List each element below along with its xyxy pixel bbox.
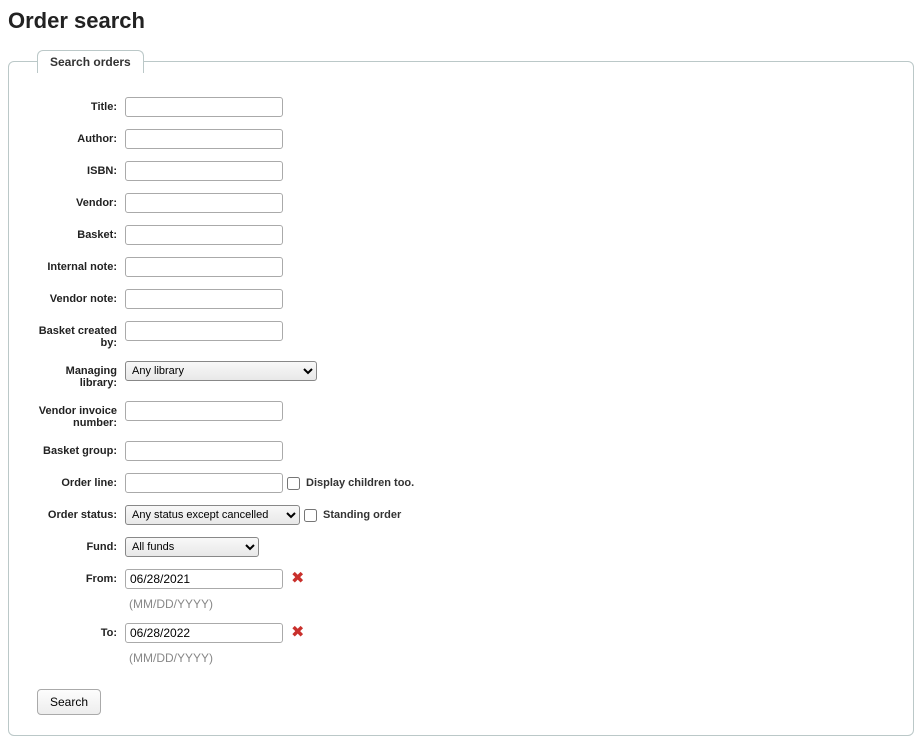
label-order-line: Order line: (29, 473, 125, 489)
from-date-input[interactable] (125, 569, 283, 589)
row-vendor-note: Vendor note: (29, 289, 893, 309)
label-author: Author: (29, 129, 125, 145)
row-author: Author: (29, 129, 893, 149)
row-from: From: ✖ (MM/DD/YYYY) (29, 569, 893, 611)
standing-order-checkbox[interactable] (304, 509, 317, 522)
row-basket: Basket: (29, 225, 893, 245)
label-vendor-note: Vendor note: (29, 289, 125, 305)
label-vendor: Vendor: (29, 193, 125, 209)
from-date-hint: (MM/DD/YYYY) (129, 597, 213, 611)
row-vendor: Vendor: (29, 193, 893, 213)
row-fund: Fund: All funds (29, 537, 893, 557)
row-basket-created-by: Basket created by: (29, 321, 893, 349)
row-basket-group: Basket group: (29, 441, 893, 461)
label-basket: Basket: (29, 225, 125, 241)
basket-group-input[interactable] (125, 441, 283, 461)
row-order-line: Order line: Display children too. (29, 473, 893, 493)
internal-note-input[interactable] (125, 257, 283, 277)
row-title: Title: (29, 97, 893, 117)
order-status-select[interactable]: Any status except cancelled (125, 505, 300, 525)
fieldset-legend: Search orders (37, 50, 144, 73)
label-order-status: Order status: (29, 505, 125, 521)
clear-from-icon[interactable]: ✖ (291, 571, 304, 587)
label-basket-group: Basket group: (29, 441, 125, 457)
page-title: Order search (8, 8, 922, 34)
basket-created-by-input[interactable] (125, 321, 283, 341)
row-internal-note: Internal note: (29, 257, 893, 277)
display-children-label: Display children too. (306, 477, 414, 489)
fund-select[interactable]: All funds (125, 537, 259, 557)
search-orders-fieldset: Search orders Title: Author: ISBN: Vendo… (8, 50, 914, 736)
label-to: To: (29, 623, 125, 639)
label-basket-created-by: Basket created by: (29, 321, 125, 349)
label-fund: Fund: (29, 537, 125, 553)
vendor-note-input[interactable] (125, 289, 283, 309)
row-order-status: Order status: Any status except cancelle… (29, 505, 893, 525)
to-date-input[interactable] (125, 623, 283, 643)
label-managing-library: Managing library: (29, 361, 125, 389)
row-to: To: ✖ (MM/DD/YYYY) (29, 623, 893, 665)
label-internal-note: Internal note: (29, 257, 125, 273)
vendor-input[interactable] (125, 193, 283, 213)
to-date-hint: (MM/DD/YYYY) (129, 651, 213, 665)
basket-input[interactable] (125, 225, 283, 245)
standing-order-label: Standing order (323, 509, 401, 521)
row-managing-library: Managing library: Any library (29, 361, 893, 389)
title-input[interactable] (125, 97, 283, 117)
managing-library-select[interactable]: Any library (125, 361, 317, 381)
author-input[interactable] (125, 129, 283, 149)
search-button[interactable]: Search (37, 689, 101, 715)
row-vendor-invoice-number: Vendor invoice number: (29, 401, 893, 429)
isbn-input[interactable] (125, 161, 283, 181)
label-title: Title: (29, 97, 125, 113)
label-from: From: (29, 569, 125, 585)
vendor-invoice-number-input[interactable] (125, 401, 283, 421)
row-isbn: ISBN: (29, 161, 893, 181)
display-children-checkbox[interactable] (287, 477, 300, 490)
order-line-input[interactable] (125, 473, 283, 493)
clear-to-icon[interactable]: ✖ (291, 625, 304, 641)
label-vendor-invoice-number: Vendor invoice number: (29, 401, 125, 429)
label-isbn: ISBN: (29, 161, 125, 177)
